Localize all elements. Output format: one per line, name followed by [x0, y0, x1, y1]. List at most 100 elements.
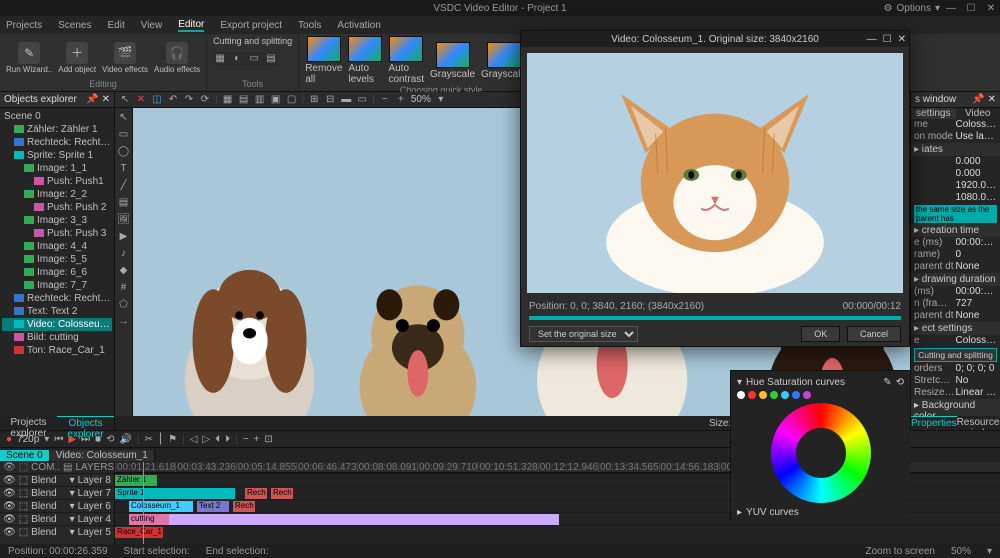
tab-video[interactable]: Video [956, 108, 1000, 119]
eye-icon[interactable]: 👁 [3, 462, 16, 473]
tree-item[interactable]: Image: 4_4 [2, 240, 112, 253]
section-header[interactable]: ▸ Background color [911, 399, 1000, 416]
style-grayscale[interactable]: Grayscale [430, 42, 475, 80]
timeline-clip[interactable] [169, 514, 559, 525]
menu-scenes[interactable]: Scenes [58, 20, 91, 31]
tree-item[interactable]: Zähler: Zähler 1 [2, 123, 112, 136]
refresh-icon[interactable]: ⟳ [199, 94, 211, 106]
property-row[interactable]: Resize modeLinear interpolation [911, 387, 1000, 399]
timeline-tab[interactable]: Scene 0 [0, 450, 50, 461]
tab-settings[interactable]: settings [911, 108, 956, 119]
maximize-icon[interactable]: ☐ [965, 3, 977, 14]
hue-dot[interactable] [781, 391, 789, 399]
zoom-in-icon[interactable]: + [395, 94, 407, 106]
property-row[interactable]: 0.000 [911, 156, 1000, 168]
property-row[interactable]: 1920.000 [911, 180, 1000, 192]
style-auto-levels[interactable]: Auto levels [348, 36, 382, 85]
property-button[interactable]: Cutting and splitting [914, 348, 997, 362]
options-chevron-icon[interactable]: ▾ [935, 3, 940, 14]
image-tool-icon[interactable]: 🖼 [117, 213, 131, 227]
cancel-button[interactable]: Cancel [847, 326, 901, 342]
tree-item[interactable]: Sprite: Sprite 1 [2, 149, 112, 162]
add-object[interactable]: ＋Add object [58, 42, 96, 74]
tree-item[interactable]: Text: Text 2 [2, 305, 112, 318]
run-wizard[interactable]: ✎Run Wizard.. [6, 42, 52, 74]
layer-row[interactable]: 👁⬚Blend▾Layer 7 [0, 486, 114, 499]
hue-dot[interactable] [737, 391, 745, 399]
reset-icon[interactable]: ⟲ [896, 377, 904, 388]
gear-icon[interactable]: ⚙ [884, 3, 893, 14]
pin-icon[interactable]: 📌 [86, 94, 98, 105]
layer-row[interactable]: 👁⬚Blend▾Layer 5 [0, 525, 114, 538]
property-row[interactable]: orders0; 0; 0; 0 [911, 363, 1000, 375]
tree-item[interactable]: Push: Push1 [2, 175, 112, 188]
section-header[interactable]: ▸ ect settings [911, 322, 1000, 335]
snap-icon[interactable]: ⊟ [324, 94, 336, 106]
expand-icon[interactable]: ▸ [737, 507, 742, 518]
tool-icon[interactable]: ▭ [247, 52, 261, 66]
property-row[interactable]: 1080.000 [911, 192, 1000, 204]
tree-item[interactable]: Image: 7_7 [2, 279, 112, 292]
section-header[interactable]: ▸ iates [911, 143, 1000, 156]
timeline-clip[interactable]: Rech [271, 488, 293, 499]
arrow-tool-icon[interactable]: → [117, 315, 131, 329]
footer-tab[interactable]: Projects explorer [0, 416, 57, 430]
cut-icon[interactable]: ✂ [145, 434, 153, 445]
skip-start-icon[interactable]: ⏮ [54, 434, 63, 445]
hue-dot[interactable] [748, 391, 756, 399]
menu-tools[interactable]: Tools [298, 20, 321, 31]
layer-icon[interactable]: ▬ [340, 94, 352, 106]
hue-dot[interactable] [792, 391, 800, 399]
cutting-splitting-header[interactable]: Cutting and splitting [213, 36, 292, 46]
style-auto-contrast[interactable]: Auto contrast [388, 36, 424, 85]
timeline-track[interactable]: Race_Car_1 [115, 525, 1000, 538]
grid-icon[interactable]: ⊞ [308, 94, 320, 106]
crop-icon[interactable]: ◫ [151, 94, 163, 106]
align-icon[interactable]: ▤ [238, 94, 250, 106]
timeline-clip[interactable]: Zähler 1 [115, 475, 157, 486]
tree-item[interactable]: Scene 0 [2, 110, 112, 123]
collapse-icon[interactable]: ▾ [737, 377, 742, 388]
next-kf-icon[interactable]: ⏵ [225, 434, 230, 445]
fit-icon[interactable]: ⊡ [264, 434, 272, 445]
tool-icon[interactable]: ◐ [230, 52, 244, 66]
dialog-slider[interactable] [529, 316, 901, 320]
align-icon[interactable]: ▢ [286, 94, 298, 106]
property-row[interactable]: parent dtNone [911, 310, 1000, 322]
loop-icon[interactable]: ⟲ [106, 434, 114, 445]
volume-icon[interactable]: 🔊 [119, 434, 131, 445]
minimize-icon[interactable]: — [945, 3, 957, 14]
prev-frame-icon[interactable]: ◁ [190, 434, 198, 445]
tool-icon[interactable]: ▦ [213, 52, 227, 66]
tree-item[interactable]: Ton: Race_Car_1 [2, 344, 112, 357]
redo-icon[interactable]: ↷ [183, 94, 195, 106]
layer-icon[interactable]: ▭ [356, 94, 368, 106]
close-icon[interactable]: ✕ [985, 3, 997, 14]
close-panel-icon[interactable]: ✕ [102, 94, 110, 105]
playhead[interactable] [143, 462, 144, 544]
align-icon[interactable]: ▥ [254, 94, 266, 106]
color-wheel[interactable] [771, 403, 871, 503]
timeline-clip[interactable]: Text 2 [197, 501, 229, 512]
menu-edit[interactable]: Edit [107, 20, 124, 31]
tree-item[interactable]: Video: Colosseum_1 [2, 318, 112, 331]
tree-item[interactable]: Image: 1_1 [2, 162, 112, 175]
menu-view[interactable]: View [141, 20, 163, 31]
section-header[interactable]: ▸ drawing duration [911, 273, 1000, 286]
property-row[interactable]: 0.000 [911, 168, 1000, 180]
edit-icon[interactable]: ✎ [883, 377, 891, 388]
undo-icon[interactable]: ↶ [167, 94, 179, 106]
shape-tool-icon[interactable]: ⬠ [117, 298, 131, 312]
timeline-tab[interactable]: Video: Colosseum_1 [50, 450, 155, 461]
status-zoom[interactable]: Zoom to screen [865, 546, 934, 557]
close-icon[interactable]: ✕ [898, 34, 906, 45]
menu-activation[interactable]: Activation [337, 20, 380, 31]
hue-dot[interactable] [759, 391, 767, 399]
audio-effects[interactable]: 🎧Audio effects [154, 42, 200, 74]
chevron-down-icon[interactable]: ▾ [435, 94, 447, 106]
marker-icon[interactable]: ⚑ [168, 434, 177, 445]
audio-tool-icon[interactable]: ♪ [117, 247, 131, 261]
ok-button[interactable]: OK [801, 326, 840, 342]
section-header[interactable]: ▸ creation time [911, 224, 1000, 237]
style-remove-all[interactable]: Remove all [305, 36, 342, 85]
